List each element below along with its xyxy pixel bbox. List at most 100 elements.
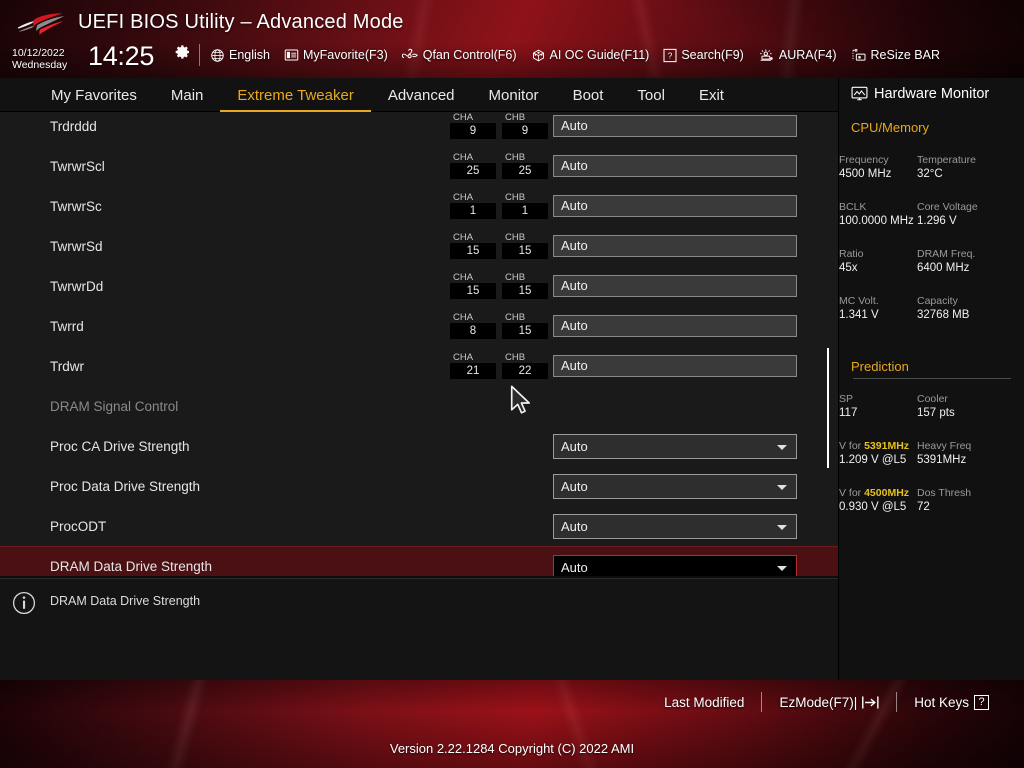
table-row[interactable]: ProcODT Auto [0, 506, 838, 546]
row-label: ProcODT [50, 518, 107, 534]
table-row[interactable]: TwrwrDd CHA 15 CHB 15 Auto [0, 266, 838, 306]
hw-stat-right: Capacity 32768 MB [917, 294, 1003, 323]
hw-stat-label: BCLK [839, 201, 867, 213]
row-label: Proc Data Drive Strength [50, 478, 201, 494]
dropdown-select[interactable]: Auto [553, 555, 797, 576]
hw-stat-label: MC Volt. [839, 295, 879, 307]
tab-main[interactable]: Main [154, 79, 221, 112]
dropdown-value: Auto [561, 519, 588, 534]
content-scrollbar[interactable] [826, 112, 830, 576]
table-row[interactable]: TwrwrSc CHA 1 CHB 1 Auto [0, 186, 838, 226]
hw-stat-label: SP [839, 393, 854, 405]
tab-extreme-tweaker[interactable]: Extreme Tweaker [220, 79, 371, 112]
channel-number: 9 [502, 123, 548, 139]
channel-number: 21 [450, 363, 496, 379]
header-item-aura[interactable]: AURA(F4) [758, 48, 837, 63]
hw-stat-pair: V for 4500MHz 0.930 V @L5 Dos Thresh 72 [839, 486, 1003, 515]
help-text: DRAM Data Drive Strength [50, 594, 201, 608]
channel-number: 15 [502, 323, 548, 339]
hw-stat-pair: MC Volt. 1.341 V Capacity 32768 MB [839, 294, 1003, 323]
hw-stat-value: 157 pts [917, 407, 955, 419]
channel-label: CHA [453, 112, 474, 123]
channel-label: CHB [505, 312, 526, 323]
cha-value: CHA 21 [450, 352, 496, 379]
clock-display: 14:25 [88, 41, 155, 71]
channel-number: 25 [450, 163, 496, 179]
header-item-search[interactable]: ? Search(F9) [663, 48, 744, 63]
row-label: TwrwrSd [50, 238, 103, 254]
hw-stat-right: DRAM Freq. 6400 MHz [917, 247, 1003, 276]
header-item-resize-bar[interactable]: ReSize BAR [851, 48, 940, 63]
channel-label: CHB [505, 152, 526, 163]
header-item-ai-oc-guide[interactable]: AI OC Guide(F11) [531, 48, 649, 63]
header-item-english[interactable]: English [210, 48, 270, 63]
row-label: DRAM Signal Control [50, 398, 179, 414]
hardware-monitor-panel: Hardware Monitor CPU/Memory Frequency 4500… [838, 78, 1024, 680]
scrollbar-thumb[interactable] [827, 348, 829, 468]
dropdown-select[interactable]: Auto [553, 514, 797, 539]
timing-input[interactable]: Auto [553, 235, 797, 257]
row-label: Proc CA Drive Strength [50, 438, 190, 454]
timing-input[interactable]: Auto [553, 115, 797, 137]
header-item-qfan[interactable]: Qfan Control(F6) [401, 48, 517, 63]
version-text: Version 2.22.1284 Copyright (C) 2022 AMI [389, 741, 635, 756]
tab-advanced[interactable]: Advanced [371, 79, 472, 112]
ezmode-button[interactable]: EzMode(F7)| [762, 695, 896, 710]
dropdown-value: Auto [561, 560, 588, 575]
header-item-label: AURA(F4) [778, 48, 837, 62]
table-row[interactable]: DRAM Data Drive Strength Auto [0, 546, 838, 576]
channel-values: CHA 25 CHB 25 [450, 152, 548, 179]
tab-monitor[interactable]: Monitor [472, 79, 556, 112]
tab-exit[interactable]: Exit [682, 79, 741, 112]
table-row[interactable]: Trdwr CHA 21 CHB 22 Auto [0, 346, 838, 386]
gear-icon[interactable] [175, 44, 191, 60]
hw-stat-accent: 5391MHz [864, 440, 910, 452]
footer-actions: Last Modified EzMode(F7)| Hot Keys ? [647, 692, 1006, 712]
channel-number: 25 [502, 163, 548, 179]
row-label: Twrrd [50, 318, 84, 334]
header-divider [199, 44, 200, 66]
timing-input[interactable]: Auto [553, 155, 797, 177]
hw-stat-right: Heavy Freq 5391MHz [917, 439, 1003, 468]
timing-input[interactable]: Auto [553, 275, 797, 297]
bios-screen: UEFI BIOS Utility – Advanced Mode 10/12/… [0, 0, 1024, 768]
hw-stat-label: Capacity [917, 295, 958, 307]
hardware-monitor-divider [853, 378, 1011, 379]
hw-stat-pair: V for 5391MHz 1.209 V @L5 Heavy Freq 5391MH… [839, 439, 1003, 468]
header-item-label: English [229, 48, 270, 62]
table-row[interactable]: Twrrd CHA 8 CHB 15 Auto [0, 306, 838, 346]
timing-input[interactable]: Auto [553, 355, 797, 377]
favorites-icon [284, 49, 299, 61]
table-row[interactable]: Trdrddd CHA 9 CHB 9 Auto [0, 112, 838, 146]
table-row[interactable]: Proc CA Drive Strength Auto [0, 426, 838, 466]
table-row: DRAM Signal Control [0, 386, 838, 426]
timing-input[interactable]: Auto [553, 195, 797, 217]
hot-keys-label: Hot Keys [914, 694, 969, 710]
channel-values: CHA 8 CHB 15 [450, 312, 548, 339]
channel-label: CHA [453, 192, 474, 203]
dropdown-value: Auto [561, 439, 588, 454]
table-row[interactable]: TwrwrSd CHA 15 CHB 15 Auto [0, 226, 838, 266]
arrow-into-box-icon [862, 695, 879, 709]
hw-stat-label: Ratio [839, 248, 864, 260]
timing-input[interactable]: Auto [553, 315, 797, 337]
chb-value: CHB 25 [502, 152, 548, 179]
cha-value: CHA 15 [450, 232, 496, 259]
tab-my-favorites[interactable]: My Favorites [34, 79, 154, 112]
chb-value: CHB 1 [502, 192, 548, 219]
chb-value: CHB 9 [502, 112, 548, 139]
cha-value: CHA 15 [450, 272, 496, 299]
app-title: UEFI BIOS Utility – Advanced Mode [78, 11, 404, 33]
table-row[interactable]: TwrwrScl CHA 25 CHB 25 Auto [0, 146, 838, 186]
table-row[interactable]: Proc Data Drive Strength Auto [0, 466, 838, 506]
last-modified-button[interactable]: Last Modified [647, 695, 761, 710]
tab-boot[interactable]: Boot [556, 79, 621, 112]
chb-value: CHB 15 [502, 232, 548, 259]
header-item-myfavorite[interactable]: MyFavorite(F3) [284, 48, 388, 62]
tab-tool[interactable]: Tool [620, 79, 682, 112]
dropdown-select[interactable]: Auto [553, 434, 797, 459]
hw-stat-value: 6400 MHz [917, 262, 970, 274]
hot-keys-button[interactable]: Hot Keys ? [897, 694, 1006, 710]
hw-stat-value: 5391MHz [917, 454, 967, 466]
dropdown-select[interactable]: Auto [553, 474, 797, 499]
